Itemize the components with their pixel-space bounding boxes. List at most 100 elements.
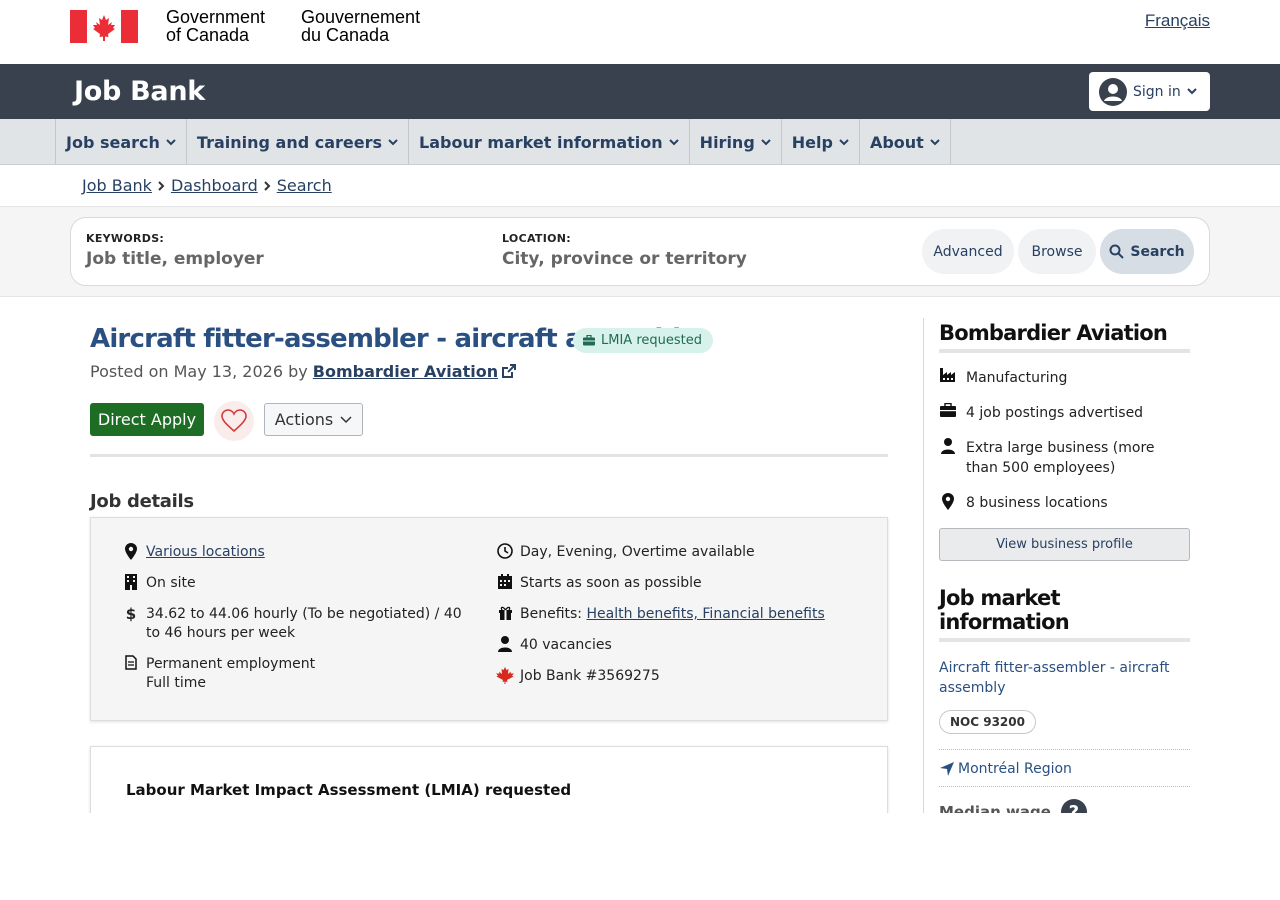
chevron-down-icon: [388, 138, 398, 145]
detail-employment: Permanent employment Full time: [122, 655, 315, 693]
search-icon: [1109, 244, 1125, 259]
heart-icon: [221, 409, 247, 433]
direct-apply-button[interactable]: Direct Apply: [90, 403, 204, 436]
advanced-search-button[interactable]: Advanced: [922, 229, 1014, 274]
nav-item-help[interactable]: Help: [780, 119, 859, 165]
salary-text: 34.62 to 44.06 hourly (To be negotiated)…: [146, 606, 462, 641]
median-wage: Median wage ?: [939, 799, 1190, 813]
vacancies-text: 40 vacancies: [520, 637, 612, 653]
dotted-divider: [939, 786, 1190, 787]
actions-label: Actions: [274, 410, 334, 429]
search-button[interactable]: Search: [1100, 229, 1194, 274]
nav-item-about[interactable]: About: [858, 119, 951, 165]
site-title[interactable]: Job Bank: [74, 76, 205, 107]
employer-panel: Bombardier Aviation Manufacturing 4 job …: [939, 321, 1190, 561]
user-avatar-icon: [1099, 77, 1127, 106]
lmia-section-title: Labour Market Impact Assessment (LMIA) r…: [126, 781, 572, 799]
view-business-profile-button[interactable]: View business profile: [939, 528, 1190, 561]
save-favourite-button[interactable]: [214, 401, 254, 441]
nav-item-label: Job search: [66, 132, 160, 152]
clock-icon: [496, 543, 514, 561]
gc-name-en-line2: of Canada: [166, 25, 250, 45]
chevron-down-icon: [668, 138, 679, 145]
breadcrumb-dashboard[interactable]: Dashboard: [171, 176, 258, 195]
size-text: Extra large business (more than 500 empl…: [966, 440, 1155, 476]
gc-header: Government of Canada Gouvernement du Can…: [0, 0, 1280, 64]
chevron-right-icon: [158, 180, 165, 191]
divider: [90, 454, 888, 457]
job-details-box: Various locations On site $ 34.62 to 44.…: [90, 517, 888, 721]
locations-text: 8 business locations: [966, 495, 1108, 511]
detail-salary: $ 34.62 to 44.06 hourly (To be negotiate…: [122, 605, 462, 643]
keywords-input[interactable]: Job title, employer: [86, 249, 264, 269]
breadcrumb-search[interactable]: Search: [277, 176, 332, 195]
worksite-text: On site: [146, 575, 196, 591]
job-search-form: KEYWORDS: Job title, employer LOCATION: …: [70, 217, 1210, 286]
detail-schedule: Day, Evening, Overtime available: [496, 543, 755, 562]
briefcase-icon: [939, 403, 957, 421]
location-input[interactable]: City, province or territory: [502, 249, 747, 269]
chevron-down-icon: [930, 138, 940, 145]
breadcrumb: Job Bank Dashboard Search: [0, 165, 1280, 207]
employer-heading: Bombardier Aviation: [939, 321, 1190, 353]
noc-badge: NOC 93200: [939, 710, 1036, 734]
gc-wordmark-fr: Gouvernement du Canada: [301, 8, 420, 44]
search-button-label: Search: [1130, 243, 1185, 260]
sign-in-label: Sign in: [1133, 83, 1181, 100]
detail-vacancies: 40 vacancies: [496, 636, 612, 655]
actions-dropdown[interactable]: Actions: [264, 403, 363, 436]
nav-item-label: About: [869, 132, 924, 152]
main-nav: Job search Training and careers Labour m…: [0, 119, 1280, 165]
sign-in-button[interactable]: Sign in: [1089, 72, 1210, 111]
gc-name-fr-line2: du Canada: [301, 25, 390, 45]
nav-item-training-careers[interactable]: Training and careers: [185, 119, 408, 165]
lmia-section: Labour Market Impact Assessment (LMIA) r…: [90, 746, 888, 813]
building-icon: [122, 574, 140, 592]
employer-postings: 4 job postings advertised: [939, 403, 1190, 423]
dotted-divider: [939, 749, 1190, 750]
occupation-link[interactable]: Aircraft fitter-assembler - aircraft ass…: [939, 658, 1190, 698]
nav-item-label: Hiring: [699, 132, 755, 152]
posted-date: Posted on May 13, 2026 by: [90, 362, 308, 381]
employment-hours: Full time: [146, 675, 207, 691]
various-locations-link[interactable]: Various locations: [146, 543, 265, 562]
job-details-heading: Job details: [90, 491, 194, 512]
region-selector[interactable]: Montréal Region: [939, 761, 1190, 777]
chevron-down-icon: [166, 138, 176, 145]
job-posting-content: Aircraft fitter-assembler - aircraft ass…: [0, 298, 1280, 813]
language-toggle-link[interactable]: Français: [1145, 11, 1210, 31]
location-field[interactable]: LOCATION: City, province or territory: [502, 232, 747, 269]
nav-item-labour-market[interactable]: Labour market information: [408, 119, 689, 165]
benefits-link[interactable]: Health benefits, Financial benefits: [586, 605, 824, 624]
factory-icon: [939, 368, 957, 386]
detail-job-number: Job Bank #3569275: [496, 667, 660, 686]
job-bank-banner: Job Bank Sign in: [0, 64, 1280, 119]
nav-item-label: Labour market information: [419, 132, 663, 152]
map-pin-icon: [122, 543, 140, 561]
keywords-label: KEYWORDS:: [86, 232, 165, 245]
detail-start: Starts as soon as possible: [496, 574, 702, 593]
median-wage-label: Median wage: [939, 803, 1051, 813]
detail-benefits: Benefits: Health benefits, Financial ben…: [496, 605, 825, 624]
help-icon[interactable]: ?: [1060, 799, 1087, 813]
employer-industry: Manufacturing: [939, 368, 1190, 388]
start-text: Starts as soon as possible: [520, 575, 702, 591]
job-market-heading: Job market information: [939, 586, 1190, 642]
external-link-icon: [502, 364, 517, 378]
industry-text: Manufacturing: [966, 370, 1068, 386]
sidebar-divider: [923, 318, 924, 813]
region-label: Montréal Region: [958, 761, 1072, 777]
breadcrumb-job-bank[interactable]: Job Bank: [82, 176, 152, 195]
job-number-text: Job Bank #3569275: [520, 668, 660, 684]
nav-item-hiring[interactable]: Hiring: [688, 119, 781, 165]
location-label: LOCATION:: [502, 232, 571, 245]
lmia-status-badge: LMIA requested: [573, 328, 713, 353]
employer-locations: 8 business locations: [939, 493, 1190, 513]
keywords-field[interactable]: KEYWORDS: Job title, employer: [86, 232, 264, 269]
browse-button[interactable]: Browse: [1018, 229, 1096, 274]
employer-link[interactable]: Bombardier Aviation: [313, 362, 498, 381]
briefcase-icon: [583, 335, 595, 346]
postings-text: 4 job postings advertised: [966, 405, 1144, 421]
nav-item-job-search[interactable]: Job search: [55, 119, 186, 165]
detail-location: Various locations: [122, 543, 265, 562]
